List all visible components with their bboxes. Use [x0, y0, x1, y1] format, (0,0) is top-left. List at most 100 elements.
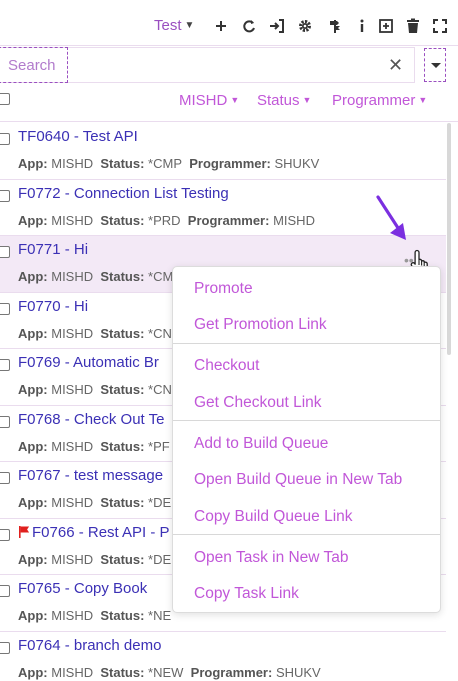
task-title[interactable]: F0768 - Check Out Te: [18, 411, 164, 428]
menu-divider: [173, 343, 440, 344]
clear-search-icon[interactable]: ✕: [388, 55, 403, 76]
menu-add-to-build-queue[interactable]: Add to Build Queue: [194, 435, 328, 453]
menu-copy-build-queue-link[interactable]: Copy Build Queue Link: [194, 508, 353, 526]
filter-programmer-label: Programmer: [332, 92, 416, 109]
row-checkbox[interactable]: [0, 133, 10, 145]
row-checkbox[interactable]: [0, 472, 10, 484]
row-checkbox[interactable]: [0, 641, 10, 654]
app-label: App:: [18, 325, 48, 341]
task-programmer: SHUKV: [275, 664, 321, 680]
task-app: MISHD: [51, 664, 94, 680]
task-status: *CN: [148, 325, 172, 341]
task-title-wrap[interactable]: F0766 - Rest API - P: [18, 524, 170, 541]
settings-icon[interactable]: [297, 18, 313, 34]
task-status: *DE: [148, 551, 172, 567]
flag-icon: [19, 525, 30, 538]
refresh-icon[interactable]: [241, 18, 257, 34]
task-row[interactable]: TF0640 - Test API App: MISHD Status: *CM…: [0, 123, 446, 180]
task-meta: App: MISHD Status: *NE: [18, 608, 171, 623]
fullscreen-icon[interactable]: [432, 18, 448, 34]
filter-programmer[interactable]: Programmer ▼: [332, 92, 427, 109]
task-status: *CMP: [148, 156, 182, 171]
programmer-label: Programmer:: [189, 156, 271, 171]
add-icon[interactable]: [213, 18, 229, 34]
row-checkbox[interactable]: [0, 246, 10, 258]
task-meta: App: MISHD Status: *PRD Programmer: MISH…: [18, 213, 315, 228]
menu-copy-task-link[interactable]: Copy Task Link: [194, 585, 299, 603]
task-title[interactable]: F0770 - Hi: [18, 298, 88, 315]
task-row[interactable]: F0764 - branch demo App: MISHD Status: *…: [0, 632, 446, 681]
task-title[interactable]: TF0640 - Test API: [18, 128, 138, 145]
row-checkbox[interactable]: [0, 585, 10, 597]
select-all-checkbox[interactable]: [0, 93, 10, 105]
task-meta: App: MISHD Status: *CM: [18, 269, 173, 284]
status-label: Status:: [100, 382, 145, 397]
filter-app[interactable]: MISHD ▼: [179, 92, 239, 109]
task-meta: App: MISHD Status: *DE: [18, 552, 171, 567]
environment-dropdown[interactable]: Test ▼: [154, 17, 194, 34]
signpost-icon[interactable]: [327, 18, 343, 34]
task-title[interactable]: F0765 - Copy Book: [18, 580, 147, 597]
menu-open-task-new-tab[interactable]: Open Task in New Tab: [194, 549, 349, 567]
caret-down-icon: ▼: [418, 95, 428, 105]
task-app: MISHD: [51, 212, 94, 228]
add-box-icon[interactable]: [378, 18, 394, 34]
search-options-dropdown[interactable]: [424, 48, 446, 82]
task-title[interactable]: F0767 - test message: [18, 467, 163, 484]
task-title[interactable]: F0771 - Hi: [18, 241, 88, 258]
task-app: MISHD: [51, 551, 94, 567]
filter-status-label: Status: [257, 92, 300, 109]
task-programmer: MISHD: [273, 212, 315, 228]
info-icon[interactable]: [354, 18, 370, 34]
annotation-arrow-icon: [376, 195, 406, 240]
environment-label: Test: [154, 17, 182, 34]
filter-row: MISHD ▼ Status ▼ Programmer ▼: [0, 88, 458, 122]
status-label: Status:: [100, 608, 145, 623]
task-title[interactable]: F0764 - branch demo: [18, 637, 161, 654]
task-programmer: SHUKV: [274, 156, 320, 171]
task-app: MISHD: [51, 269, 94, 284]
row-checkbox[interactable]: [0, 415, 10, 428]
app-label: App:: [18, 551, 48, 567]
app-label: App:: [18, 269, 48, 284]
caret-down-icon: ▼: [302, 95, 312, 105]
app-label: App:: [18, 608, 48, 623]
task-title: F0766 - Rest API - P: [32, 523, 170, 541]
menu-promote[interactable]: Promote: [194, 280, 253, 298]
sign-in-icon[interactable]: [269, 18, 285, 34]
row-checkbox[interactable]: [0, 359, 10, 371]
row-checkbox[interactable]: [0, 302, 10, 315]
status-label: Status:: [100, 325, 145, 341]
status-label: Status:: [100, 269, 145, 284]
list-scrollbar[interactable]: [447, 123, 451, 355]
task-status: *CN: [148, 382, 172, 397]
app-label: App:: [18, 495, 48, 510]
search-focus-outline: [0, 47, 68, 83]
task-meta: App: MISHD Status: *CN: [18, 382, 172, 397]
task-status: *PRD: [148, 212, 181, 228]
row-checkbox[interactable]: [0, 189, 10, 202]
filter-status[interactable]: Status ▼: [257, 92, 311, 109]
caret-down-icon: ▼: [230, 95, 240, 105]
delete-icon[interactable]: [405, 18, 421, 34]
task-status: *PF: [148, 438, 170, 454]
app-label: App:: [18, 664, 48, 680]
menu-divider: [173, 534, 440, 535]
menu-open-build-queue-new-tab[interactable]: Open Build Queue in New Tab: [194, 471, 402, 489]
app-label: App:: [18, 382, 48, 397]
task-meta: App: MISHD Status: *NEW Programmer: SHUK…: [18, 665, 321, 680]
app-label: App:: [18, 156, 48, 171]
menu-get-promotion-link[interactable]: Get Promotion Link: [194, 316, 327, 334]
task-title[interactable]: F0769 - Automatic Br: [18, 354, 159, 371]
menu-checkout[interactable]: Checkout: [194, 357, 259, 375]
status-label: Status:: [100, 212, 145, 228]
toolbar: Test ▼: [0, 0, 458, 46]
task-app: MISHD: [51, 156, 94, 171]
task-title[interactable]: F0772 - Connection List Testing: [18, 185, 229, 202]
task-meta: App: MISHD Status: *PF: [18, 439, 170, 454]
task-app: MISHD: [51, 608, 94, 623]
menu-get-checkout-link[interactable]: Get Checkout Link: [194, 394, 322, 412]
status-label: Status:: [100, 551, 145, 567]
filter-app-label: MISHD: [179, 92, 228, 109]
row-checkbox[interactable]: [0, 528, 10, 541]
